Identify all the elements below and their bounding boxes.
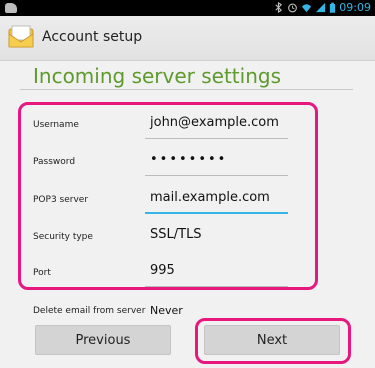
bluetooth-icon bbox=[275, 2, 283, 13]
delete-email-label: Delete email from server bbox=[33, 306, 146, 316]
form-highlight bbox=[18, 102, 318, 290]
signal-icon bbox=[316, 2, 326, 13]
notification-icon bbox=[5, 3, 17, 13]
previous-button[interactable]: Previous bbox=[35, 325, 171, 355]
next-highlight bbox=[195, 318, 351, 364]
status-bar: 09:09 bbox=[0, 0, 375, 16]
action-bar-title: Account setup bbox=[42, 29, 143, 45]
alarm-icon bbox=[288, 3, 298, 13]
page-title: Incoming server settings bbox=[33, 64, 281, 88]
battery-icon bbox=[330, 2, 336, 13]
status-icons: 09:09 bbox=[273, 1, 371, 14]
heading-divider bbox=[20, 89, 353, 90]
email-envelope-icon[interactable] bbox=[8, 25, 34, 49]
action-bar: Account setup bbox=[0, 16, 375, 61]
clock-time: 09:09 bbox=[339, 1, 371, 14]
delete-email-select[interactable]: Never bbox=[150, 304, 183, 317]
wifi-icon bbox=[302, 4, 312, 13]
